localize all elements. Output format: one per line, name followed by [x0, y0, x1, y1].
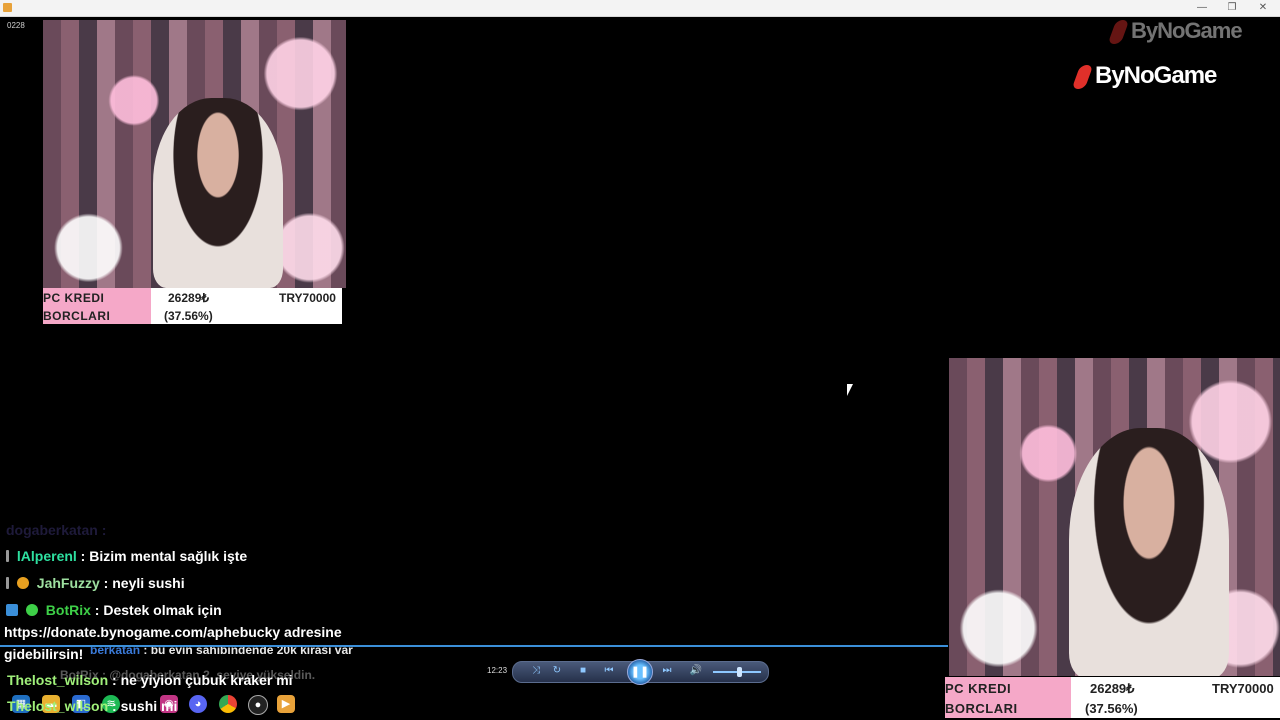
chat-text: ne yiyion çubuk kraker mi	[120, 672, 293, 688]
badge-icon	[6, 577, 9, 589]
chat-message-continuation: gidebilirsin!	[4, 646, 83, 662]
chat-message: BotRix : Destek olmak için	[6, 602, 222, 618]
logo-text: ByNoGame	[1131, 18, 1243, 43]
debt-label-line1: PC KREDI	[43, 291, 105, 305]
debt-target: TRY70000	[1212, 681, 1274, 696]
chat-separator: :	[99, 575, 113, 591]
repeat-icon[interactable]: ↻	[550, 664, 564, 678]
chat-message: Thelost_wilson : sushi mi	[7, 698, 177, 714]
next-icon[interactable]: ⏭	[660, 664, 674, 678]
chat-message: JahFuzzy : neyli sushi	[6, 575, 185, 591]
debt-overlay-small: PC KREDI BORCLARI 26289₺ (37.56%) TRY700…	[43, 288, 342, 324]
chat-message: lAlperenl : Bizim mental sağlık işte	[6, 548, 247, 564]
shuffle-icon[interactable]: ⤨	[529, 664, 543, 678]
debt-label: PC KREDI BORCLARI	[43, 288, 151, 324]
chrome-icon[interactable]	[219, 695, 237, 713]
chat-separator: :	[90, 602, 104, 618]
bynogame-logo: ByNoGame	[1071, 62, 1217, 90]
chat-text: sushi mi	[120, 698, 178, 714]
elapsed-time: 12:23	[487, 666, 508, 675]
subscriber-badge-icon	[16, 577, 29, 589]
window-title-bar: — ❐ ✕	[0, 0, 1280, 17]
discord-icon[interactable]: ◕	[189, 695, 207, 713]
debt-percent: (37.56%)	[164, 309, 213, 323]
debt-label: PC KREDI BORCLARI	[945, 677, 1071, 718]
chat-text: Destek olmak için	[103, 602, 222, 618]
logo-text: ByNoGame	[1095, 62, 1217, 89]
chat-text: Bizim mental sağlık işte	[89, 548, 248, 564]
chat-message: dogaberkatan :	[6, 522, 106, 538]
bynogame-logo-faded: ByNoGame	[1107, 18, 1243, 45]
chat-message-continuation: https://donate.bynogame.com/aphebucky ad…	[4, 624, 342, 640]
media-player-icon[interactable]: ▶	[277, 695, 295, 713]
logo-slash-icon	[1107, 20, 1130, 45]
app-icon	[3, 3, 12, 12]
debt-label-line2: BORCLARI	[945, 701, 1018, 716]
chat-separator: :	[76, 548, 90, 564]
debt-label-line1: PC KREDI	[945, 681, 1012, 696]
streamer-figure	[1069, 428, 1229, 676]
chat-separator: :	[108, 698, 121, 714]
bot-badge-icon	[6, 604, 18, 616]
chat-username: dogaberkatan	[6, 522, 98, 538]
mouse-cursor-icon	[847, 384, 853, 396]
chat-message: Thelost_wilson : ne yiyion çubuk kraker …	[7, 672, 293, 688]
debt-target: TRY70000	[279, 291, 336, 305]
verified-badge-icon	[25, 604, 38, 616]
badge-icon	[6, 550, 9, 562]
chat-username: BotRix	[45, 602, 91, 618]
seek-bar[interactable]	[0, 645, 948, 647]
chat-text: gidebilirsin!	[4, 646, 84, 662]
debt-overlay-large: PC KREDI BORCLARI 26289₺ (37.56%) TRY700…	[945, 677, 1280, 718]
debt-amount: 26289₺	[168, 291, 210, 305]
chat-separator: :	[108, 672, 121, 688]
chat-username: Thelost_wilson	[7, 698, 109, 714]
chat-text: neyli sushi	[112, 575, 185, 591]
chat-username: JahFuzzy	[36, 575, 100, 591]
logo-slash-icon	[1071, 64, 1094, 89]
debt-label-line2: BORCLARI	[43, 309, 111, 323]
chat-text: https://donate.bynogame.com/aphebucky ad…	[4, 624, 342, 640]
volume-slider-handle[interactable]	[737, 667, 742, 677]
minimize-button[interactable]: —	[1188, 0, 1216, 16]
stop-icon[interactable]: ■	[576, 664, 590, 678]
chat-username: lAlperenl	[16, 548, 77, 564]
close-button[interactable]: ✕	[1249, 0, 1277, 16]
chat-username: Thelost_wilson	[7, 672, 109, 688]
debt-percent: (37.56%)	[1085, 701, 1138, 716]
pause-button[interactable]: ❚❚	[627, 659, 653, 685]
frame-counter: 0228	[7, 21, 25, 30]
mute-icon[interactable]: 🔊	[689, 664, 703, 678]
webcam-overlay-large	[949, 358, 1280, 676]
webcam-overlay-small	[43, 20, 346, 288]
obs-icon[interactable]: ●	[248, 695, 268, 715]
previous-icon[interactable]: ⏮	[602, 664, 616, 678]
media-player-controls: ⤨ ↻ ■ ⏮ ❚❚ ⏭ 🔊	[512, 659, 769, 685]
chat-separator: :	[97, 522, 107, 538]
streamer-figure	[153, 98, 283, 288]
debt-amount: 26289₺	[1090, 681, 1135, 696]
restore-button[interactable]: ❐	[1218, 0, 1246, 16]
